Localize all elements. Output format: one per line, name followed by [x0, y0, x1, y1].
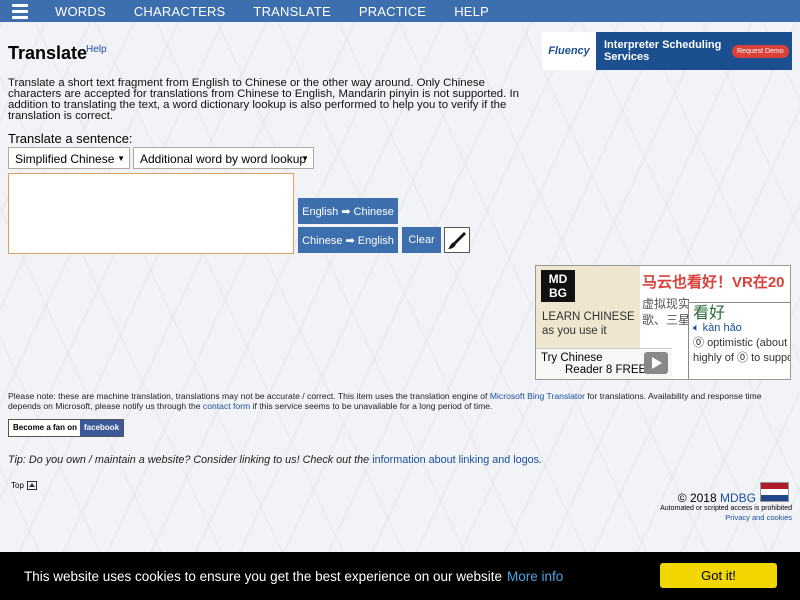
menu-icon[interactable] — [0, 0, 40, 22]
play-icon[interactable] — [644, 352, 668, 374]
sentence-label: Translate a sentence: — [8, 131, 133, 146]
fluency-ad[interactable]: Fluency Interpreter Scheduling Services … — [542, 32, 792, 70]
fluency-ad-text: Interpreter Scheduling Services — [604, 39, 722, 63]
chevron-down-icon: ▼ — [117, 154, 125, 163]
popup-pinyin: 🔈︎ kàn hǎo — [693, 321, 787, 336]
sentence-textarea[interactable] — [8, 173, 294, 254]
main-content: Translate Help Fluency Interpreter Sched… — [0, 22, 800, 600]
linking-tip: Tip: Do you own / maintain a website? Co… — [8, 454, 542, 466]
flag-stripe-blue — [761, 495, 788, 501]
mdbg-logo-line2: BG — [549, 286, 567, 300]
lookup-mode-select-value: Additional word by word lookup — [140, 152, 307, 166]
cookie-consent-bar: This website uses cookies to ensure you … — [0, 552, 800, 600]
language-select-value: Simplified Chinese — [15, 152, 115, 166]
intro-text: Translate a short text fragment from Eng… — [8, 77, 519, 122]
dictionary-popup: 看好 🔈︎ kàn hǎo ⓪ optimistic (about highly… — [688, 302, 791, 379]
mdbg-headline: 马云也看好！VR在20 — [642, 274, 785, 291]
nav-words[interactable]: WORDS — [55, 4, 106, 19]
popup-pinyin-text: kàn hǎo — [702, 322, 742, 334]
netherlands-flag-icon[interactable] — [760, 482, 789, 502]
popup-def2: highly of ⓪ to suppo — [693, 352, 791, 364]
linking-info-link[interactable]: information about linking and logos — [372, 454, 539, 466]
english-to-chinese-button[interactable]: English ➡ Chinese — [298, 198, 398, 224]
fluency-logo-text: Fluency — [548, 45, 590, 57]
clear-button[interactable]: Clear — [402, 227, 441, 253]
top-label: Top — [11, 481, 24, 490]
cookie-more-info-link[interactable]: More info — [507, 569, 563, 584]
nav-practice[interactable]: PRACTICE — [359, 4, 426, 19]
bing-translator-link[interactable]: Microsoft Bing Translator — [490, 391, 585, 401]
chevron-down-icon: ▼ — [301, 154, 309, 163]
mdbg-logo-line1: MD — [548, 272, 568, 286]
mdbg-logo: MD BG — [541, 270, 575, 302]
request-demo-button[interactable]: Request Demo — [732, 44, 789, 58]
nav-characters[interactable]: CHARACTERS — [134, 4, 226, 19]
speaker-icon: 🔈︎ — [693, 322, 703, 334]
fluency-logo: Fluency — [542, 32, 596, 70]
circle-icon: ⓪ — [693, 337, 708, 349]
back-to-top-link[interactable]: Top — [11, 481, 37, 490]
facebook-logo: facebook — [80, 420, 124, 436]
help-link[interactable]: Help — [86, 44, 107, 55]
popup-def1-text: optimistic (about — [707, 337, 788, 349]
lookup-mode-select[interactable]: Additional word by word lookup ▼ — [133, 147, 314, 169]
disclaimer-part3: if this service seems to be unavailable … — [250, 401, 493, 411]
mdbg-reader-ad[interactable]: MD BG LEARN CHINESE as you use it 马云也看好！… — [535, 265, 791, 380]
facebook-fan-label: Become a fan on — [13, 423, 78, 432]
cookie-accept-button[interactable]: Got it! — [660, 563, 777, 588]
automated-access-notice: Automated or scripted access is prohibit… — [660, 505, 792, 512]
privacy-cookies-link[interactable]: Privacy and cookies — [725, 513, 792, 522]
popup-def1: ⓪ optimistic (about — [693, 336, 787, 351]
disclaimer-part1: Please note: these are machine translati… — [8, 391, 490, 401]
chinese-to-english-button[interactable]: Chinese ➡ English — [298, 227, 398, 253]
tip-text: Tip: Do you own / maintain a website? Co… — [8, 454, 373, 466]
mdbg-learn-line1: LEARN CHINESE — [542, 311, 635, 323]
arrow-up-icon — [26, 481, 37, 490]
contact-form-link[interactable]: contact form — [203, 401, 250, 411]
page-title: Translate — [8, 43, 88, 63]
cookie-message: This website uses cookies to ensure you … — [24, 568, 503, 584]
machine-translation-disclaimer: Please note: these are machine translati… — [8, 391, 792, 411]
facebook-fan-button[interactable]: Become a fan on facebook — [8, 419, 125, 437]
brush-icon[interactable] — [444, 227, 470, 253]
nav-help[interactable]: HELP — [454, 4, 489, 19]
mdbg-home-link[interactable]: MDBG — [720, 491, 756, 505]
copyright: © 2018 MDBG — [678, 491, 756, 505]
mdbg-learn-line2: as you use it — [542, 325, 607, 337]
popup-hanzi: 看好 — [693, 305, 726, 322]
copyright-text: © 2018 — [677, 491, 720, 505]
nav-translate[interactable]: TRANSLATE — [253, 4, 330, 19]
top-navigation: WORDS CHARACTERS TRANSLATE PRACTICE HELP — [0, 0, 800, 22]
language-select[interactable]: Simplified Chinese ▼ — [8, 147, 130, 169]
mdbg-learn-text: LEARN CHINESE as you use it — [542, 310, 635, 338]
tip-end: . — [539, 454, 543, 466]
